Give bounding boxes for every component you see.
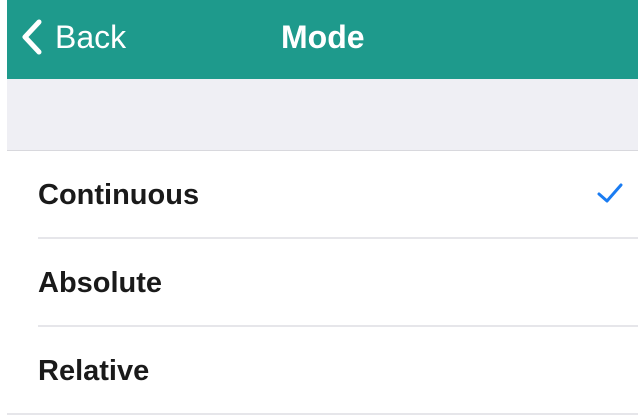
section-header bbox=[7, 79, 638, 151]
list-bottom-separator bbox=[7, 413, 638, 415]
mode-option-label: Continuous bbox=[38, 179, 200, 211]
chevron-left-icon bbox=[22, 19, 42, 55]
checkmark-icon bbox=[597, 183, 623, 203]
back-label: Back bbox=[55, 19, 127, 55]
mode-option-label: Absolute bbox=[38, 267, 163, 299]
mode-option-label: Relative bbox=[38, 355, 150, 387]
mode-option-absolute[interactable]: Absolute bbox=[7, 239, 638, 327]
navigation-bar: Back Mode bbox=[7, 0, 638, 79]
mode-option-continuous[interactable]: Continuous bbox=[7, 151, 638, 239]
mode-list: Continuous Absolute Relative bbox=[7, 151, 638, 419]
mode-screen: Back Mode Continuous Absolute Relative bbox=[0, 0, 638, 419]
page-title: Mode bbox=[281, 19, 365, 55]
back-button[interactable]: Back bbox=[21, 14, 126, 60]
mode-option-relative[interactable]: Relative bbox=[7, 327, 638, 415]
